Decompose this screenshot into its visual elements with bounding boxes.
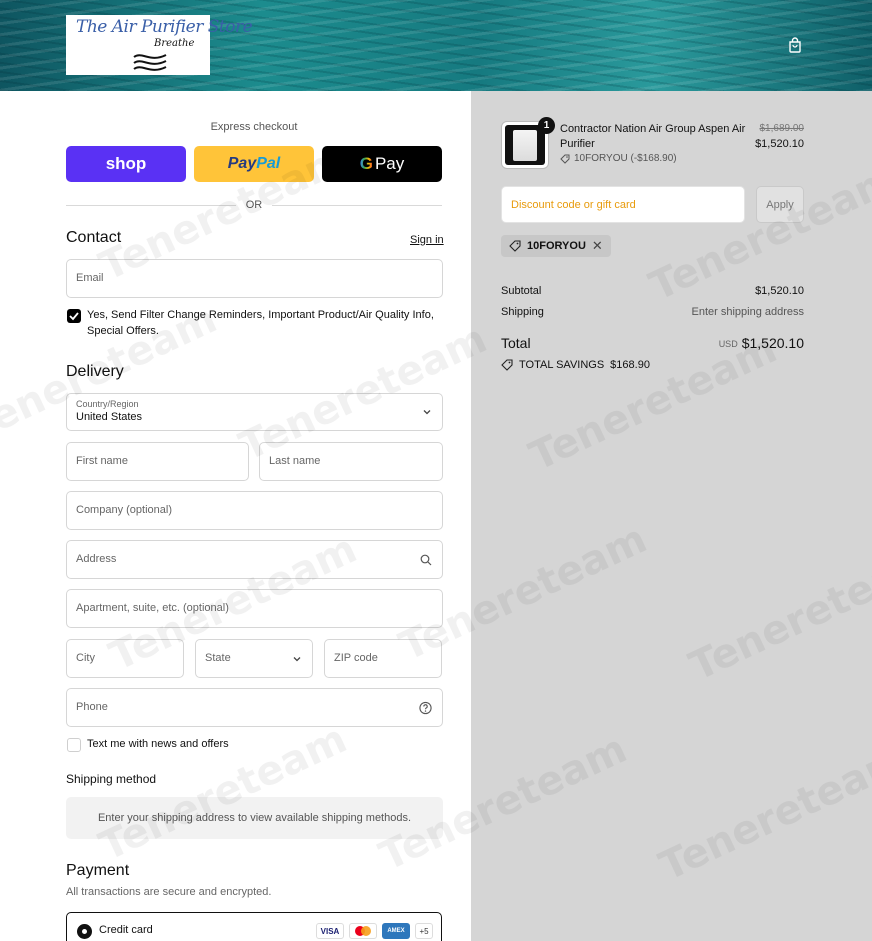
- discount-code-placeholder: Discount code or gift card: [511, 199, 636, 211]
- address-field[interactable]: Address: [66, 540, 443, 579]
- apartment-placeholder: Apartment, suite, etc. (optional): [76, 602, 229, 614]
- tag-icon: [560, 154, 570, 164]
- phone-placeholder: Phone: [76, 701, 108, 713]
- country-select[interactable]: Country/Region United States: [66, 393, 443, 431]
- savings-value: $168.90: [610, 359, 650, 371]
- subtotal-value: $1,520.10: [755, 285, 804, 297]
- product-price: $1,520.10: [755, 138, 804, 150]
- help-icon[interactable]: [419, 701, 432, 714]
- remove-code-icon[interactable]: ✕: [592, 238, 603, 254]
- applied-code-text: 10FORYOU: [527, 240, 586, 252]
- product-discount-line: 10FORYOU (-$168.90): [560, 153, 677, 164]
- address-placeholder: Address: [76, 553, 117, 565]
- zip-field[interactable]: ZIP code: [324, 639, 442, 678]
- shop-pay-button[interactable]: shop: [66, 146, 186, 182]
- air-purifier-image: [505, 125, 545, 165]
- chevron-down-icon: [293, 656, 301, 661]
- country-label: Country/Region: [76, 399, 139, 409]
- state-select[interactable]: State: [195, 639, 313, 678]
- text-offers-checkbox[interactable]: [67, 738, 81, 752]
- more-cards-badge: +5: [415, 923, 433, 939]
- total-label: Total: [501, 335, 531, 351]
- tag-icon: [501, 359, 513, 371]
- amex-icon: AMEX: [382, 923, 410, 939]
- city-field[interactable]: City: [66, 639, 184, 678]
- delivery-heading: Delivery: [66, 363, 124, 380]
- visa-icon: VISA: [316, 923, 344, 939]
- or-text: OR: [245, 199, 263, 211]
- sign-in-link[interactable]: Sign in: [410, 234, 444, 246]
- shop-pay-label: shop: [105, 154, 147, 173]
- paypal-label-pay: Pay: [227, 155, 257, 172]
- company-placeholder: Company (optional): [76, 504, 172, 516]
- credit-card-label: Credit card: [99, 924, 153, 936]
- zip-placeholder: ZIP code: [334, 652, 378, 664]
- text-offers-label: Text me with news and offers: [87, 738, 229, 750]
- credit-card-option[interactable]: Credit card VISA AMEX +5: [66, 912, 442, 941]
- shipping-method-heading: Shipping method: [66, 772, 157, 786]
- shipping-method-message: Enter your shipping address to view avai…: [66, 797, 443, 839]
- search-icon[interactable]: [420, 554, 432, 566]
- email-placeholder: Email: [76, 272, 104, 284]
- phone-field[interactable]: Phone: [66, 688, 443, 727]
- reminders-label: Yes, Send Filter Change Reminders, Impor…: [87, 309, 434, 337]
- currency-code: USD: [718, 339, 738, 349]
- credit-card-radio[interactable]: [77, 924, 92, 939]
- contact-heading: Contact: [66, 229, 122, 246]
- shipping-label: Shipping: [501, 306, 544, 318]
- email-field[interactable]: Email: [66, 259, 443, 298]
- country-value: United States: [76, 411, 143, 423]
- shipping-value: Enter shipping address: [691, 306, 804, 318]
- total-savings: TOTAL SAVINGS $168.90: [501, 359, 650, 371]
- subtotal-label: Subtotal: [501, 285, 542, 297]
- payment-heading: Payment: [66, 862, 130, 879]
- city-placeholder: City: [76, 652, 95, 664]
- header-banner: The Air Purifier Store Breathe: [0, 0, 872, 91]
- discount-code-input[interactable]: Discount code or gift card: [501, 186, 745, 223]
- apply-button[interactable]: Apply: [756, 186, 804, 223]
- company-field[interactable]: Company (optional): [66, 491, 443, 530]
- shopping-bag-icon[interactable]: [787, 37, 803, 53]
- quantity-badge: 1: [538, 117, 555, 134]
- applied-code-chip: 10FORYOU ✕: [501, 235, 611, 257]
- google-g-icon: G: [359, 154, 373, 173]
- product-discount-text: 10FORYOU (-$168.90): [574, 153, 677, 164]
- payment-subtitle: All transactions are secure and encrypte…: [66, 886, 272, 898]
- original-price: $1,689.00: [759, 123, 805, 134]
- savings-label: TOTAL SAVINGS: [519, 359, 605, 371]
- total-value-row: USD $1,520.10: [624, 335, 804, 351]
- checkmark-icon: [69, 312, 79, 321]
- first-name-field[interactable]: First name: [66, 442, 249, 481]
- google-pay-button[interactable]: G Pay: [322, 146, 442, 182]
- chevron-down-icon: [423, 410, 431, 415]
- last-name-field[interactable]: Last name: [259, 442, 443, 481]
- first-name-placeholder: First name: [76, 455, 128, 467]
- reminders-checkbox[interactable]: [67, 309, 81, 323]
- tag-icon: [509, 240, 521, 252]
- express-checkout-label: Express checkout: [210, 121, 298, 133]
- apartment-field[interactable]: Apartment, suite, etc. (optional): [66, 589, 443, 628]
- last-name-placeholder: Last name: [269, 455, 321, 467]
- paypal-button[interactable]: Pay Pal: [194, 146, 314, 182]
- google-pay-label: Pay: [374, 154, 405, 173]
- wave-icon: [133, 54, 167, 71]
- mastercard-icon: [349, 923, 377, 939]
- store-logo[interactable]: The Air Purifier Store Breathe: [66, 15, 253, 75]
- paypal-label-pal: Pal: [256, 155, 281, 172]
- logo-subtitle: Breathe: [154, 38, 195, 49]
- total-value: $1,520.10: [741, 335, 804, 351]
- logo-title: The Air Purifier Store: [76, 17, 253, 37]
- state-placeholder: State: [205, 652, 231, 664]
